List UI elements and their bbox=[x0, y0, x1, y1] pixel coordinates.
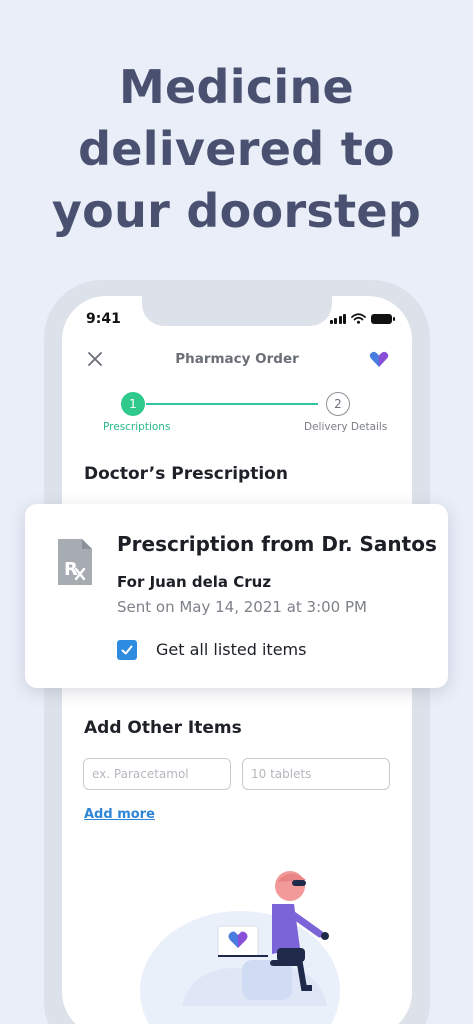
hero-line-1: Medicine bbox=[118, 60, 355, 114]
battery-icon bbox=[371, 313, 395, 324]
heart-logo-icon bbox=[369, 351, 389, 367]
status-icons bbox=[329, 313, 395, 324]
delivery-scooter-illustration bbox=[140, 871, 340, 1024]
phone-notch bbox=[142, 296, 332, 326]
prescription-document-icon: R bbox=[58, 539, 92, 585]
status-time: 9:41 bbox=[86, 311, 121, 327]
signal-icon bbox=[329, 313, 346, 324]
order-stepper: 1 2 Prescriptions Delivery Details bbox=[62, 392, 412, 437]
checkmark-icon bbox=[121, 645, 133, 655]
prescription-patient: For Juan dela Cruz bbox=[117, 573, 272, 591]
item-quantity-input[interactable] bbox=[242, 758, 390, 790]
wifi-icon bbox=[351, 313, 366, 324]
page-title: Pharmacy Order bbox=[175, 351, 299, 367]
stepper-progress-line bbox=[146, 403, 318, 405]
get-all-items-label[interactable]: Get all listed items bbox=[156, 640, 306, 659]
step-2-label: Delivery Details bbox=[304, 421, 388, 433]
hero-headline: Medicine delivered to your doorstep bbox=[0, 56, 473, 242]
other-items-section-title: Add Other Items bbox=[84, 718, 242, 738]
step-1-label: Prescriptions bbox=[103, 421, 171, 433]
prescription-sent-date: Sent on May 14, 2021 at 3:00 PM bbox=[117, 598, 367, 616]
step-2-indicator[interactable]: 2 bbox=[326, 392, 350, 416]
get-all-items-checkbox[interactable] bbox=[117, 640, 137, 660]
item-name-input[interactable] bbox=[83, 758, 231, 790]
prescription-card[interactable]: R Prescription from Dr. Santos For Juan … bbox=[25, 504, 448, 688]
hero-line-3: your doorstep bbox=[51, 184, 422, 238]
prescription-title: Prescription from Dr. Santos bbox=[117, 532, 437, 556]
hero-line-2: delivered to bbox=[78, 122, 395, 176]
add-more-link[interactable]: Add more bbox=[84, 807, 155, 822]
step-1-indicator[interactable]: 1 bbox=[121, 392, 145, 416]
prescription-section-title: Doctor’s Prescription bbox=[84, 464, 288, 484]
